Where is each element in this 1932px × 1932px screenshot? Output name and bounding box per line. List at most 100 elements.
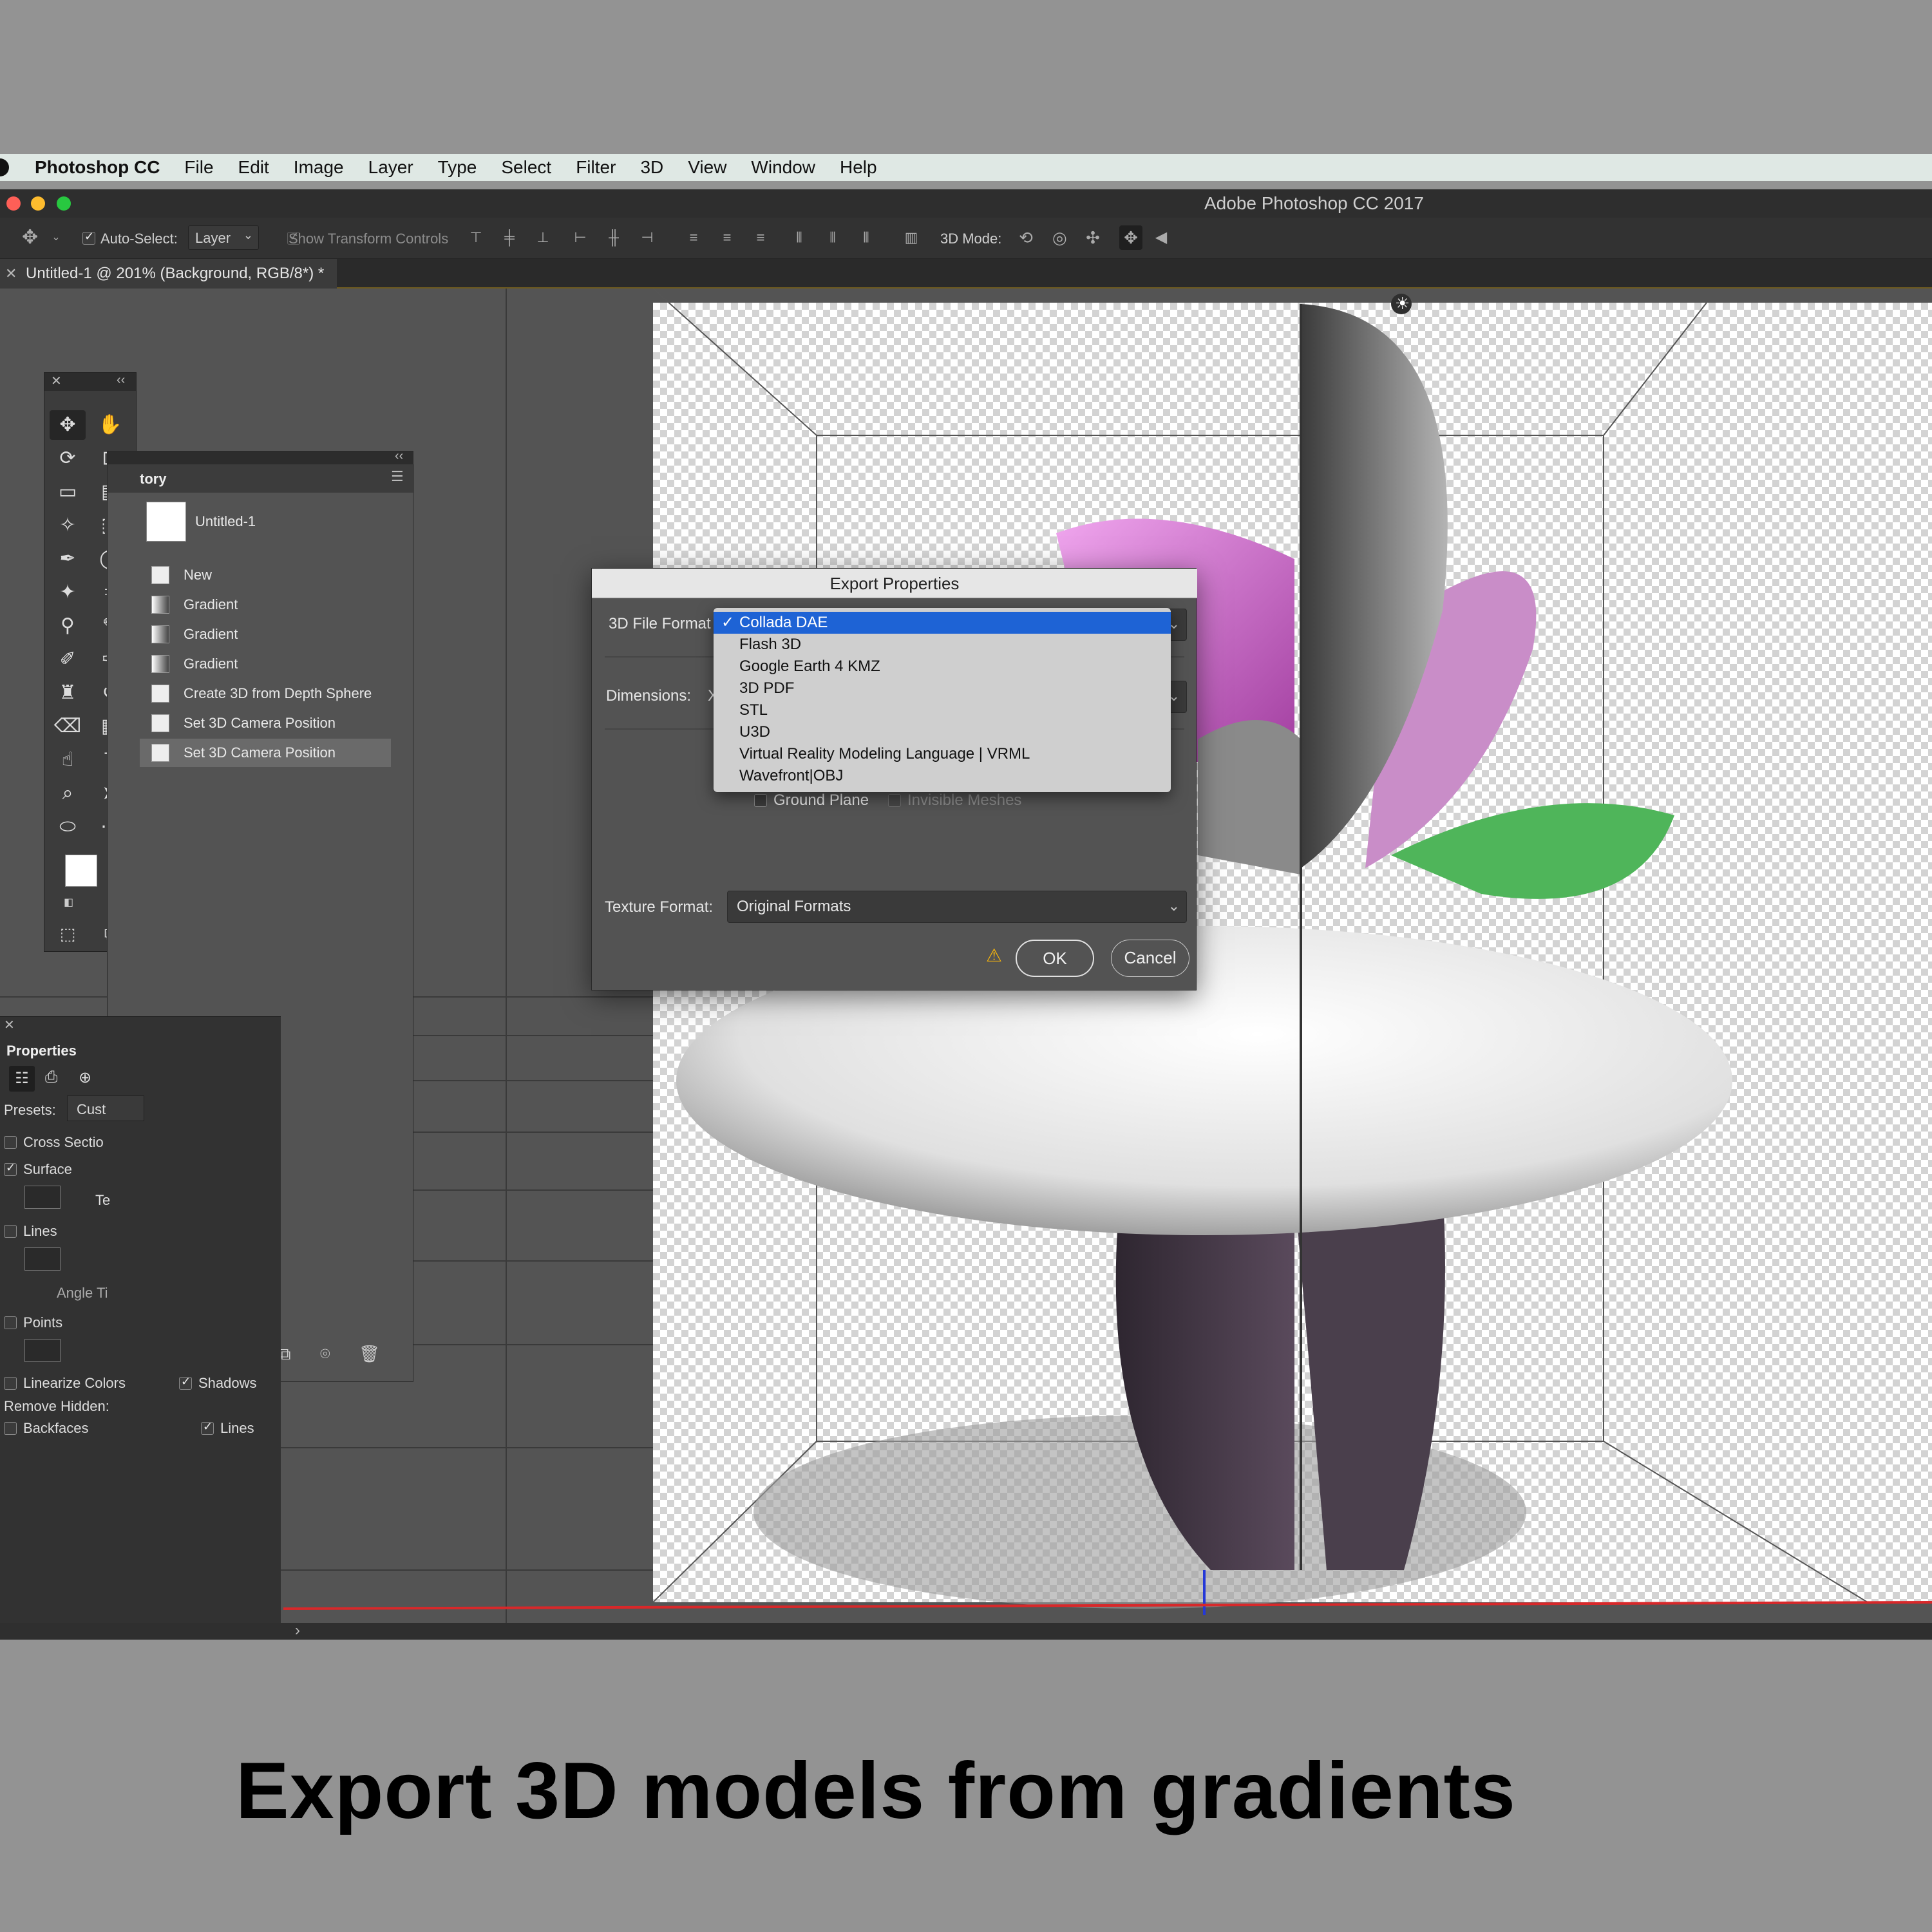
distribute-top-icon[interactable]: ≡: [687, 231, 701, 245]
smudge-tool-icon[interactable]: ☝: [50, 745, 86, 775]
distribute-left-icon[interactable]: ⫴: [792, 231, 806, 245]
close-icon[interactable]: ✕: [4, 1017, 15, 1033]
orbit-3d-icon[interactable]: ⟲: [1019, 229, 1033, 246]
texture-format-dropdown[interactable]: Original Formats ⌄: [727, 891, 1187, 923]
coordinates-icon[interactable]: ⊕: [79, 1068, 91, 1087]
menu-file[interactable]: File: [184, 157, 213, 178]
auto-select-dropdown[interactable]: Layer ⌄: [188, 225, 259, 250]
surface-color-swatch[interactable]: [24, 1186, 61, 1209]
move-tool-icon[interactable]: ✥: [22, 228, 38, 247]
distribute-vcenter-icon[interactable]: ≡: [720, 231, 734, 245]
cancel-button[interactable]: Cancel: [1111, 940, 1189, 977]
zoom-tool-icon[interactable]: ⌕: [50, 779, 86, 808]
distribute-right-icon[interactable]: ⫴: [859, 231, 873, 245]
close-icon[interactable]: ✕: [51, 373, 62, 389]
hidden-lines-checkbox[interactable]: [201, 1420, 214, 1435]
presets-dropdown[interactable]: Cust: [67, 1095, 144, 1121]
trash-icon[interactable]: 🗑: [359, 1344, 380, 1364]
points-checkbox[interactable]: [4, 1316, 17, 1329]
align-left-icon[interactable]: ⊢: [573, 231, 587, 245]
warning-icon[interactable]: ⚠: [986, 945, 1002, 966]
menu-filter[interactable]: Filter: [576, 157, 616, 178]
default-colors-icon[interactable]: ◧: [64, 896, 73, 909]
pen-tool-icon[interactable]: ✒: [50, 544, 86, 574]
clone-stamp-icon[interactable]: ♜: [50, 678, 86, 708]
menu-image[interactable]: Image: [294, 157, 344, 178]
eraser-tool-icon[interactable]: ⌫: [50, 712, 86, 741]
zoom-window-button[interactable]: [57, 196, 71, 211]
points-color-swatch[interactable]: [24, 1339, 61, 1362]
format-option-stl[interactable]: STL: [714, 699, 1171, 721]
light-icon[interactable]: ☀: [1395, 294, 1410, 314]
format-option-vrml[interactable]: Virtual Reality Modeling Language | VRML: [714, 743, 1171, 765]
align-hcenter-icon[interactable]: ╫: [607, 231, 621, 245]
format-option-collada[interactable]: Collada DAE: [714, 612, 1171, 634]
format-option-u3d[interactable]: U3D: [714, 721, 1171, 743]
document-tab[interactable]: Untitled-1 @ 201% (Background, RGB/8*) *: [0, 259, 337, 289]
menu-window[interactable]: Window: [751, 157, 815, 178]
roll-3d-icon[interactable]: ◎: [1052, 229, 1067, 246]
menu-edit[interactable]: Edit: [238, 157, 269, 178]
properties-panel-title[interactable]: Properties: [6, 1043, 77, 1059]
history-item[interactable]: Create 3D from Depth Sphere: [140, 679, 391, 708]
distribute-bottom-icon[interactable]: ≡: [753, 231, 768, 245]
format-option-3d-pdf[interactable]: 3D PDF: [714, 677, 1171, 699]
history-panel-title[interactable]: tory: [140, 471, 167, 488]
menu-3d[interactable]: 3D: [640, 157, 663, 178]
apple-icon[interactable]: [0, 158, 9, 176]
invisible-meshes-checkbox[interactable]: [888, 794, 901, 807]
slide-3d-icon[interactable]: ✥: [1119, 225, 1142, 250]
pan-3d-icon[interactable]: ✣: [1086, 229, 1100, 246]
close-icon[interactable]: ✕: [5, 259, 17, 289]
ellipse-tool-icon[interactable]: ⬭: [50, 812, 86, 842]
history-item[interactable]: Gradient: [140, 591, 391, 619]
lines-checkbox[interactable]: [4, 1225, 17, 1238]
history-snapshot[interactable]: Untitled-1: [140, 498, 500, 545]
rectangle-tool-icon[interactable]: ▭: [50, 477, 86, 507]
menu-select[interactable]: Select: [501, 157, 551, 178]
history-item[interactable]: Gradient: [140, 620, 391, 649]
auto-align-icon[interactable]: ▥: [904, 231, 918, 245]
history-item[interactable]: New: [140, 561, 391, 589]
scene-icon[interactable]: ☷: [9, 1066, 35, 1092]
hand-tool-icon[interactable]: ✋: [92, 410, 128, 440]
linearize-colors-checkbox[interactable]: [4, 1377, 17, 1390]
history-item-selected[interactable]: Set 3D Camera Position: [140, 739, 391, 767]
eyedropper-icon[interactable]: ⚲: [50, 611, 86, 641]
distribute-hcenter-icon[interactable]: ⫴: [826, 231, 840, 245]
cross-section-checkbox[interactable]: [4, 1136, 17, 1149]
menu-layer[interactable]: Layer: [368, 157, 413, 178]
quick-mask-icon[interactable]: ⬚: [50, 919, 86, 949]
healing-brush-icon[interactable]: ✐: [50, 645, 86, 674]
surface-checkbox[interactable]: [4, 1161, 17, 1176]
menu-app-name[interactable]: Photoshop CC: [35, 157, 160, 178]
move-tool-icon[interactable]: ✥: [50, 410, 86, 440]
history-item[interactable]: Set 3D Camera Position: [140, 709, 391, 737]
magic-wand-icon[interactable]: ✦: [50, 578, 86, 607]
align-top-icon[interactable]: ⊤: [469, 231, 483, 245]
chevron-down-icon[interactable]: ⌄: [49, 231, 63, 245]
menu-type[interactable]: Type: [438, 157, 477, 178]
custom-shape-icon[interactable]: ✧: [50, 511, 86, 540]
align-vcenter-icon[interactable]: ╪: [502, 231, 516, 245]
align-bottom-icon[interactable]: ⊥: [536, 231, 550, 245]
format-option-flash-3d[interactable]: Flash 3D: [714, 634, 1171, 656]
align-right-icon[interactable]: ⊣: [640, 231, 654, 245]
collapse-icon[interactable]: ‹‹: [395, 449, 403, 464]
menu-help[interactable]: Help: [840, 157, 877, 178]
scale-3d-camera-icon[interactable]: ◀: [1154, 230, 1168, 245]
camera-view-icon[interactable]: ⎙: [45, 1068, 57, 1086]
chevron-right-icon[interactable]: ›: [295, 1622, 300, 1640]
ground-plane-checkbox[interactable]: [754, 794, 767, 807]
panel-menu-icon[interactable]: ☰: [391, 468, 404, 485]
minimize-window-button[interactable]: [31, 196, 45, 211]
auto-select-checkbox[interactable]: [82, 230, 95, 245]
foreground-color-swatch[interactable]: [65, 855, 97, 887]
ok-button[interactable]: OK: [1016, 940, 1094, 977]
shadows-checkbox[interactable]: [179, 1375, 192, 1390]
close-window-button[interactable]: [6, 196, 21, 211]
backfaces-checkbox[interactable]: [4, 1422, 17, 1435]
menu-view[interactable]: View: [688, 157, 726, 178]
format-option-obj[interactable]: Wavefront|OBJ: [714, 765, 1171, 787]
collapse-icon[interactable]: ‹‹: [117, 373, 125, 388]
